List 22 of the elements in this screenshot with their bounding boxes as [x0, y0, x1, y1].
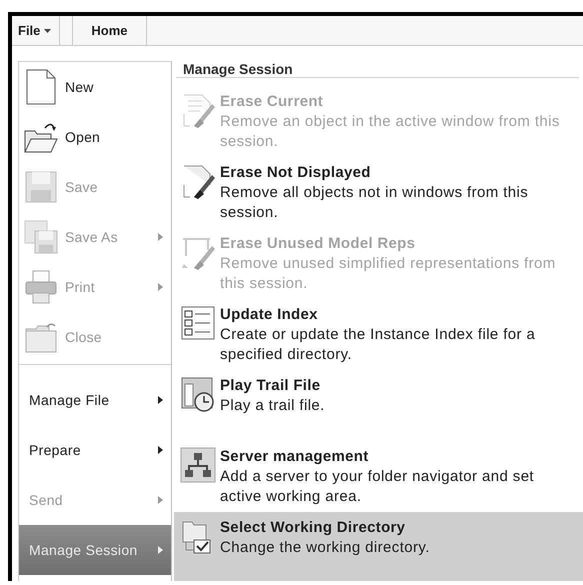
list-icon: [180, 305, 216, 341]
printer-icon: [23, 269, 59, 305]
submenu-arrow-icon: [158, 283, 163, 291]
menu-item[interactable]: Manage File: [19, 375, 171, 425]
menu-item[interactable]: Select Working Directory Change the working directory.: [174, 512, 583, 581]
caret-icon: [44, 28, 52, 32]
menu-item[interactable]: Update Index Create or update the Instance Index file for a specified directory.: [174, 299, 583, 370]
submenu-arrow-icon: [158, 446, 163, 454]
submenu-arrow-icon: [158, 396, 163, 404]
floppy-disks-icon: [23, 219, 59, 255]
submenu-arrow-icon: [158, 546, 163, 554]
clock-window-icon: [180, 376, 216, 412]
panel-title: Manage Session: [176, 61, 579, 78]
menu-item[interactable]: Erase Not Displayed Remove all objects not in windows from this session.: [174, 157, 583, 228]
menu-item[interactable]: New: [19, 62, 171, 112]
menu-item[interactable]: Prepare: [19, 425, 171, 475]
submenu-arrow-icon: [158, 233, 163, 241]
submenu-arrow-icon: [158, 496, 163, 504]
menu-item[interactable]: Server management Add a server to your folder navigator and set active working area.: [174, 441, 583, 512]
menu-item[interactable]: Open: [19, 112, 171, 162]
network-icon: [180, 447, 216, 483]
menu-item[interactable]: Play Trail File Play a trail file.: [174, 370, 583, 441]
